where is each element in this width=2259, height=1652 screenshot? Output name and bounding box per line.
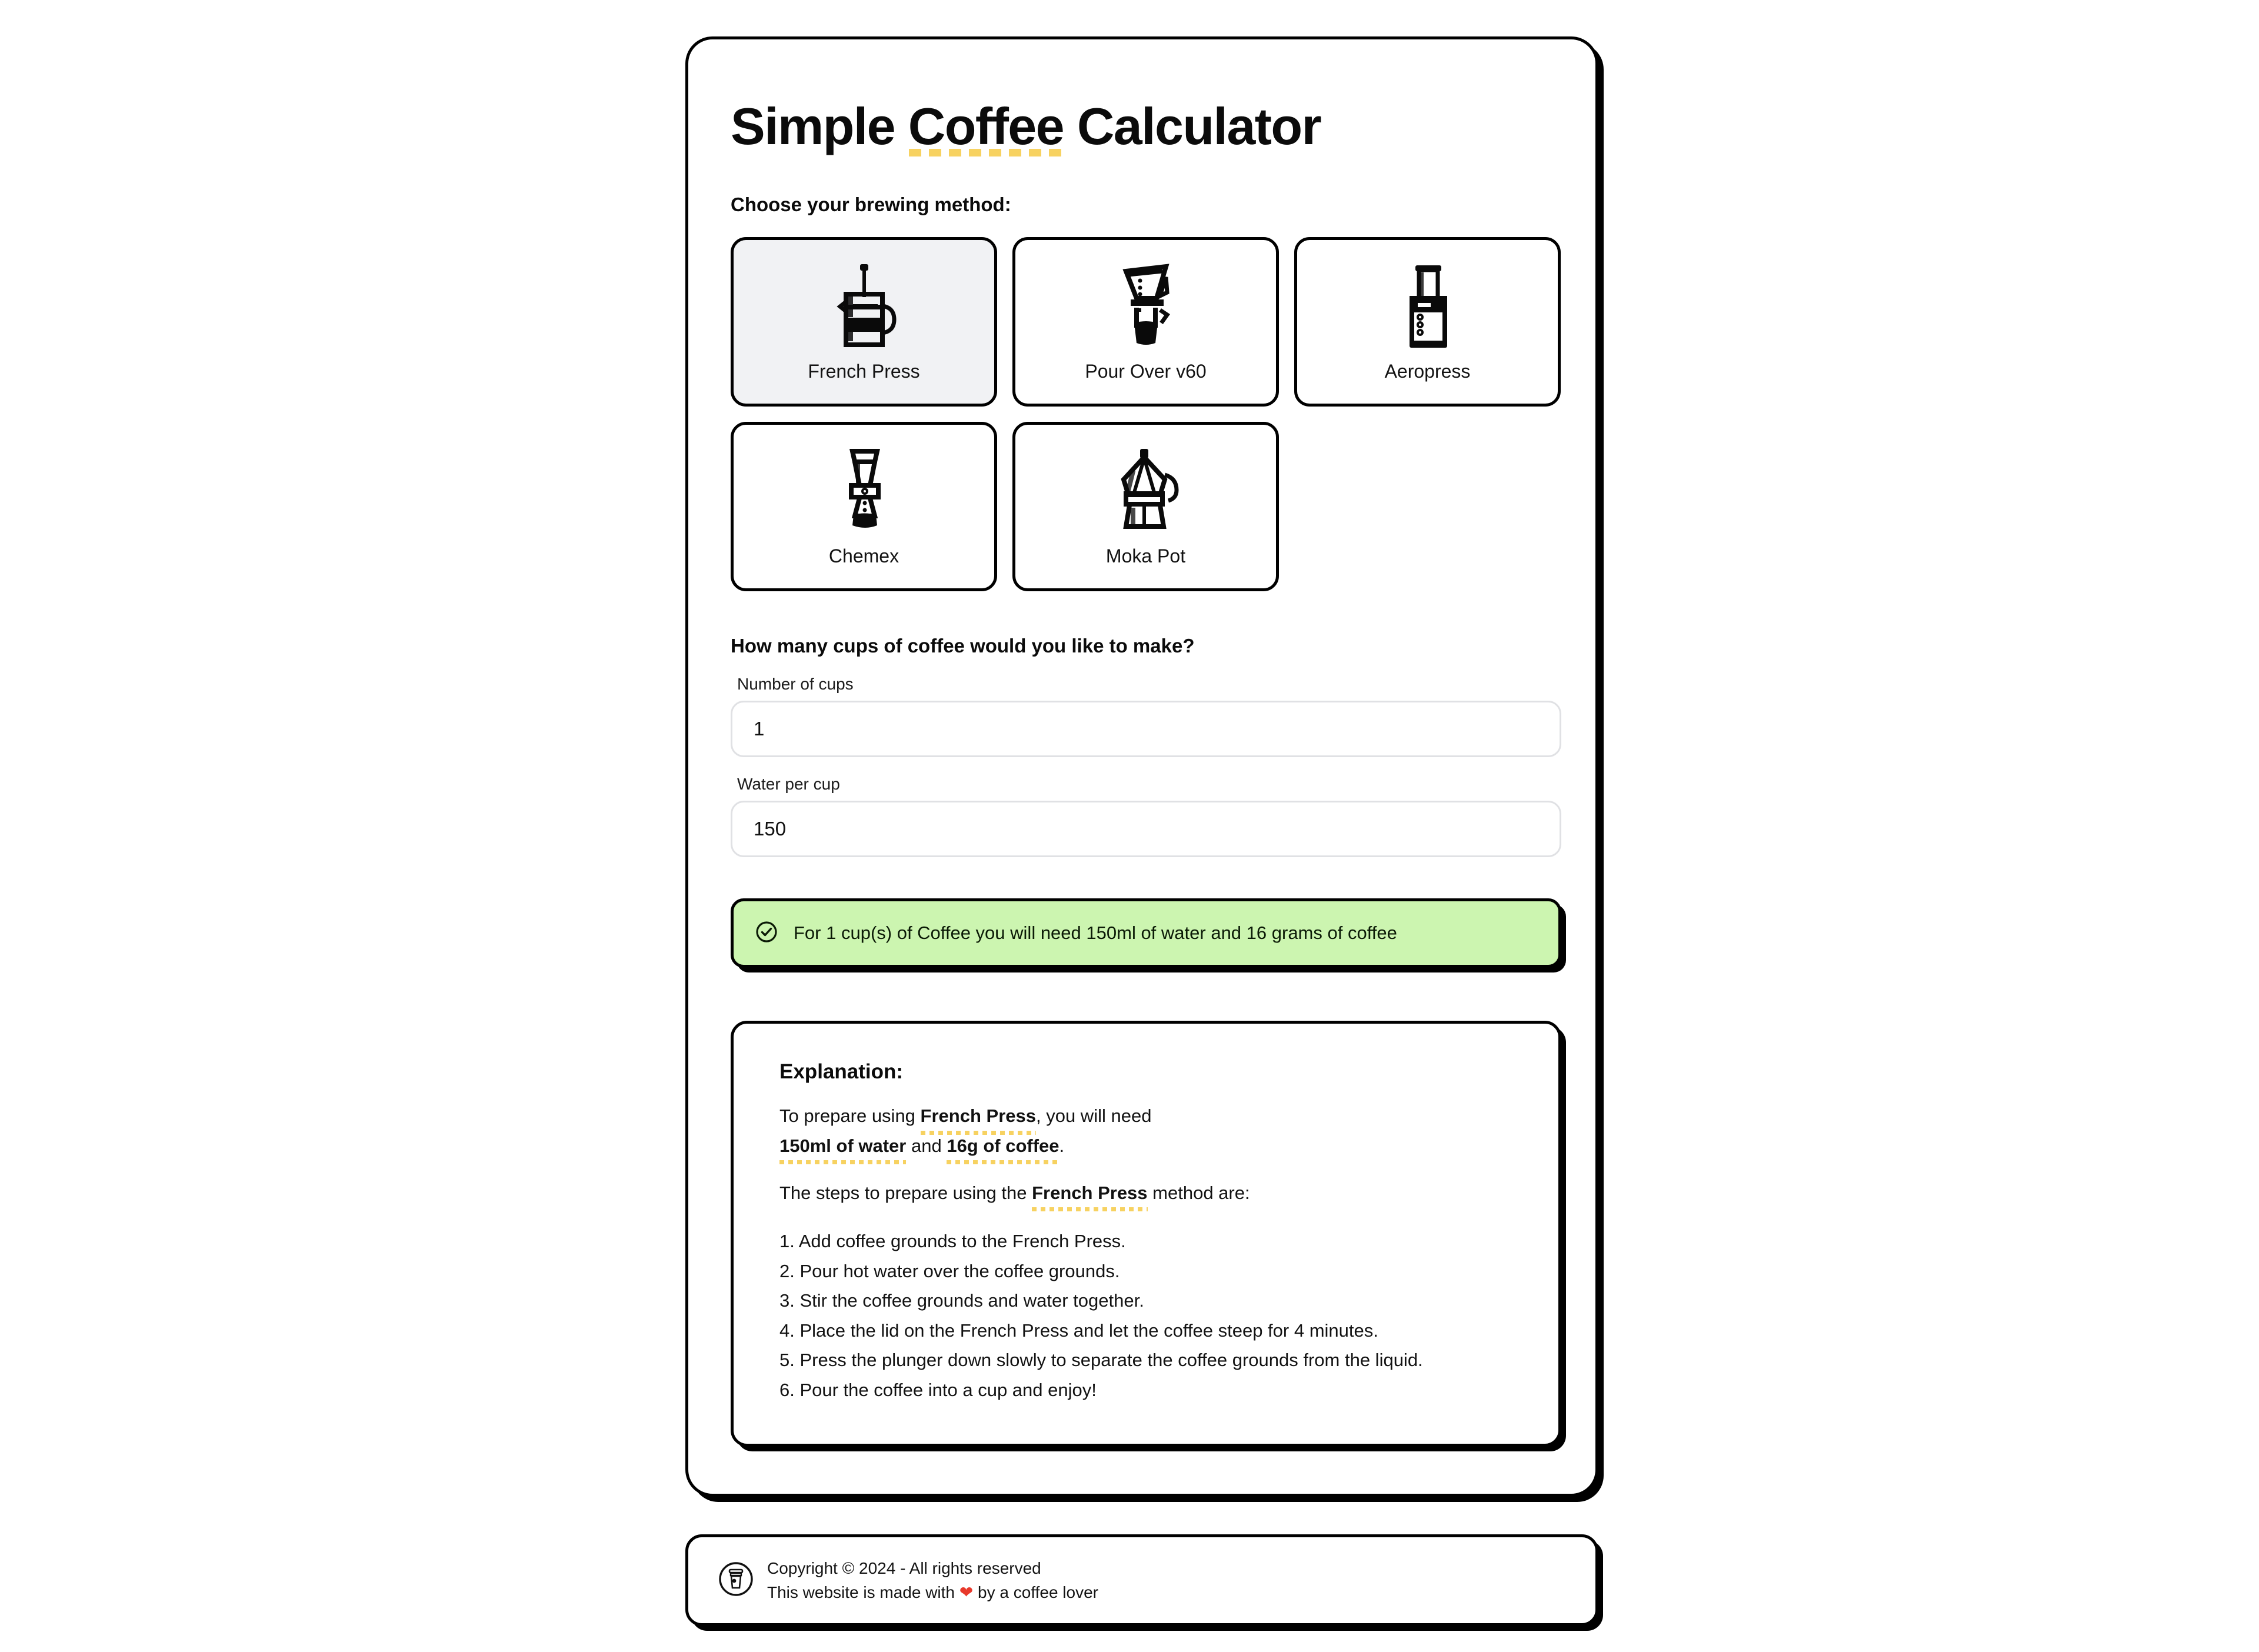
chemex-icon: [835, 447, 894, 535]
made-with-suffix: by a coffee lover: [973, 1583, 1098, 1601]
exp-line1-prefix: To prepare using: [779, 1105, 921, 1127]
exp-line3-method: French Press: [1032, 1178, 1148, 1212]
result-text: For 1 cup(s) of Coffee you will need 150…: [794, 922, 1397, 944]
title-part-1: Simple: [731, 97, 908, 155]
method-card-french-press[interactable]: French Press: [731, 237, 997, 407]
footer-text-block: Copyright © 2024 - All rights reserved T…: [767, 1559, 1098, 1602]
explanation-box: Explanation: To prepare using French Pre…: [731, 1021, 1561, 1447]
exp-line2-water: 150ml of water: [779, 1131, 907, 1165]
list-item: 2. Pour hot water over the coffee ground…: [779, 1260, 1120, 1281]
exp-line1-suffix: , you will: [1035, 1105, 1106, 1127]
list-item: 1. Add coffee grounds to the French Pres…: [779, 1231, 1126, 1252]
number-of-cups-input[interactable]: [731, 701, 1561, 758]
list-item: 4. Place the lid on the French Press and…: [779, 1320, 1378, 1341]
steps-list: 1. Add coffee grounds to the French Pres…: [779, 1227, 1512, 1405]
brewing-method-grid: French Press Pour Over v60 Aeropress Che…: [731, 237, 1561, 592]
list-item: 6. Pour the coffee into a cup and enjoy!: [779, 1379, 1097, 1400]
french-press-icon: [832, 262, 897, 350]
check-circle-icon: [755, 920, 778, 947]
copyright-line: Copyright © 2024 - All rights reserved: [767, 1558, 1041, 1577]
list-item: 3. Stir the coffee grounds and water tog…: [779, 1290, 1144, 1311]
calculator-card: Simple Coffee Calculator Choose your bre…: [685, 36, 1598, 1497]
exp-line3-suffix: method are:: [1147, 1182, 1250, 1203]
explanation-paragraph-2: The steps to prepare using the French Pr…: [779, 1178, 1512, 1212]
coffee-cup-icon: [718, 1561, 754, 1600]
footer-bar: Copyright © 2024 - All rights reserved T…: [685, 1534, 1598, 1626]
water-per-cup-input[interactable]: [731, 801, 1561, 858]
cups-question: How many cups of coffee would you like t…: [731, 635, 1195, 657]
page-title-text: Simple Coffee Calculator: [731, 97, 1553, 157]
title-part-2: Calculator: [1064, 97, 1322, 155]
page-title: Simple Coffee Calculator: [731, 97, 1553, 157]
made-with-love-line: This website is made with ❤ by a coffee …: [767, 1583, 1098, 1602]
method-label: Pour Over v60: [1085, 360, 1207, 382]
pour-over-v60-icon: [1111, 262, 1181, 350]
explanation-title: Explanation:: [779, 1060, 904, 1084]
exp-line2-prefix: need: [1111, 1105, 1152, 1127]
title-highlight-coffee: Coffee: [908, 97, 1065, 157]
number-of-cups-label: Number of cups: [737, 675, 854, 694]
list-item: 5. Press the plunger down slowly to sepa…: [779, 1350, 1423, 1371]
made-with-prefix: This website is made with: [767, 1583, 959, 1601]
method-label: French Press: [808, 360, 920, 382]
aeropress-icon: [1401, 262, 1454, 350]
method-card-aeropress[interactable]: Aeropress: [1294, 237, 1561, 407]
heart-icon: ❤: [959, 1583, 974, 1601]
brewing-method-label: Choose your brewing method:: [731, 194, 1011, 216]
water-per-cup-label: Water per cup: [737, 775, 840, 794]
method-card-chemex[interactable]: Chemex: [731, 422, 997, 592]
method-label: Chemex: [828, 545, 899, 567]
method-card-moka-pot[interactable]: Moka Pot: [1012, 422, 1279, 592]
exp-line2-suffix: .: [1059, 1135, 1065, 1156]
result-banner: For 1 cup(s) of Coffee you will need 150…: [731, 898, 1561, 968]
exp-line2-mid: and: [906, 1135, 947, 1156]
page-root: Simple Coffee Calculator Choose your bre…: [0, 0, 2259, 1652]
method-card-pour-over-v60[interactable]: Pour Over v60: [1012, 237, 1279, 407]
exp-line2-coffee: 16g of coffee: [947, 1131, 1059, 1165]
moka-pot-icon: [1111, 447, 1181, 535]
method-label: Aeropress: [1384, 360, 1471, 382]
exp-line3-prefix: The steps to prepare using the: [779, 1182, 1032, 1203]
explanation-paragraph-1: To prepare using French Press, you will …: [779, 1101, 1238, 1165]
method-label: Moka Pot: [1105, 545, 1186, 567]
exp-line1-method: French Press: [920, 1101, 1037, 1135]
